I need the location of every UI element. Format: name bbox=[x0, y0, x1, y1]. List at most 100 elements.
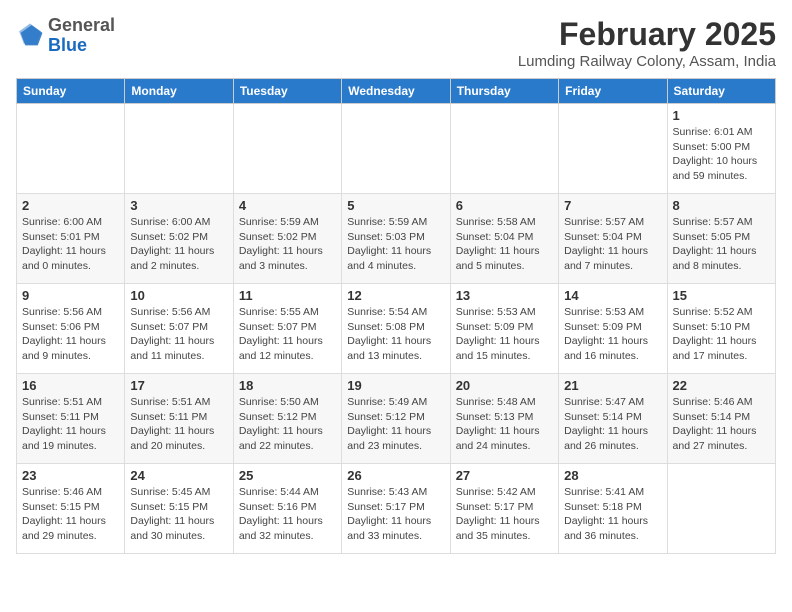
day-number: 8 bbox=[673, 198, 770, 213]
calendar-cell: 24 Sunrise: 5:45 AM Sunset: 5:15 PM Dayl… bbox=[125, 464, 233, 554]
day-info: Sunrise: 5:54 AM Sunset: 5:08 PM Dayligh… bbox=[347, 305, 444, 364]
weekday-header-wednesday: Wednesday bbox=[342, 79, 450, 104]
day-info: Sunrise: 6:01 AM Sunset: 5:00 PM Dayligh… bbox=[673, 125, 770, 184]
day-number: 2 bbox=[22, 198, 119, 213]
day-info: Sunrise: 5:45 AM Sunset: 5:15 PM Dayligh… bbox=[130, 485, 227, 544]
month-title: February 2025 bbox=[518, 16, 776, 53]
logo: General Blue bbox=[16, 16, 115, 56]
day-number: 18 bbox=[239, 378, 336, 393]
calendar-table: SundayMondayTuesdayWednesdayThursdayFrid… bbox=[16, 78, 776, 554]
page-header: General Blue February 2025 Lumding Railw… bbox=[16, 16, 776, 70]
day-info: Sunrise: 5:50 AM Sunset: 5:12 PM Dayligh… bbox=[239, 395, 336, 454]
calendar-cell: 7 Sunrise: 5:57 AM Sunset: 5:04 PM Dayli… bbox=[559, 194, 667, 284]
calendar-cell: 6 Sunrise: 5:58 AM Sunset: 5:04 PM Dayli… bbox=[450, 194, 558, 284]
day-info: Sunrise: 5:55 AM Sunset: 5:07 PM Dayligh… bbox=[239, 305, 336, 364]
weekday-header-thursday: Thursday bbox=[450, 79, 558, 104]
day-info: Sunrise: 5:57 AM Sunset: 5:04 PM Dayligh… bbox=[564, 215, 661, 274]
calendar-cell: 15 Sunrise: 5:52 AM Sunset: 5:10 PM Dayl… bbox=[667, 284, 775, 374]
logo-icon bbox=[16, 22, 44, 50]
day-info: Sunrise: 5:58 AM Sunset: 5:04 PM Dayligh… bbox=[456, 215, 553, 274]
calendar-cell: 19 Sunrise: 5:49 AM Sunset: 5:12 PM Dayl… bbox=[342, 374, 450, 464]
calendar-cell: 25 Sunrise: 5:44 AM Sunset: 5:16 PM Dayl… bbox=[233, 464, 341, 554]
day-info: Sunrise: 5:51 AM Sunset: 5:11 PM Dayligh… bbox=[130, 395, 227, 454]
logo-general-text: General bbox=[48, 15, 115, 35]
day-info: Sunrise: 5:47 AM Sunset: 5:14 PM Dayligh… bbox=[564, 395, 661, 454]
calendar-cell: 2 Sunrise: 6:00 AM Sunset: 5:01 PM Dayli… bbox=[17, 194, 125, 284]
calendar-cell: 21 Sunrise: 5:47 AM Sunset: 5:14 PM Dayl… bbox=[559, 374, 667, 464]
location-subtitle: Lumding Railway Colony, Assam, India bbox=[518, 53, 776, 70]
day-info: Sunrise: 5:48 AM Sunset: 5:13 PM Dayligh… bbox=[456, 395, 553, 454]
calendar-cell: 28 Sunrise: 5:41 AM Sunset: 5:18 PM Dayl… bbox=[559, 464, 667, 554]
day-number: 12 bbox=[347, 288, 444, 303]
day-number: 19 bbox=[347, 378, 444, 393]
day-number: 6 bbox=[456, 198, 553, 213]
day-number: 14 bbox=[564, 288, 661, 303]
day-info: Sunrise: 5:43 AM Sunset: 5:17 PM Dayligh… bbox=[347, 485, 444, 544]
day-info: Sunrise: 5:49 AM Sunset: 5:12 PM Dayligh… bbox=[347, 395, 444, 454]
day-info: Sunrise: 5:44 AM Sunset: 5:16 PM Dayligh… bbox=[239, 485, 336, 544]
weekday-header-tuesday: Tuesday bbox=[233, 79, 341, 104]
day-number: 26 bbox=[347, 468, 444, 483]
day-number: 15 bbox=[673, 288, 770, 303]
weekday-header-row: SundayMondayTuesdayWednesdayThursdayFrid… bbox=[17, 79, 776, 104]
day-info: Sunrise: 5:53 AM Sunset: 5:09 PM Dayligh… bbox=[564, 305, 661, 364]
day-number: 10 bbox=[130, 288, 227, 303]
calendar-cell: 11 Sunrise: 5:55 AM Sunset: 5:07 PM Dayl… bbox=[233, 284, 341, 374]
calendar-week-1: 1 Sunrise: 6:01 AM Sunset: 5:00 PM Dayli… bbox=[17, 104, 776, 194]
calendar-cell bbox=[17, 104, 125, 194]
day-number: 7 bbox=[564, 198, 661, 213]
day-info: Sunrise: 5:56 AM Sunset: 5:07 PM Dayligh… bbox=[130, 305, 227, 364]
weekday-header-friday: Friday bbox=[559, 79, 667, 104]
calendar-cell: 4 Sunrise: 5:59 AM Sunset: 5:02 PM Dayli… bbox=[233, 194, 341, 284]
day-number: 5 bbox=[347, 198, 444, 213]
calendar-cell bbox=[342, 104, 450, 194]
calendar-cell: 17 Sunrise: 5:51 AM Sunset: 5:11 PM Dayl… bbox=[125, 374, 233, 464]
calendar-cell: 20 Sunrise: 5:48 AM Sunset: 5:13 PM Dayl… bbox=[450, 374, 558, 464]
weekday-header-saturday: Saturday bbox=[667, 79, 775, 104]
weekday-header-sunday: Sunday bbox=[17, 79, 125, 104]
calendar-cell bbox=[233, 104, 341, 194]
day-info: Sunrise: 5:53 AM Sunset: 5:09 PM Dayligh… bbox=[456, 305, 553, 364]
day-number: 24 bbox=[130, 468, 227, 483]
calendar-week-2: 2 Sunrise: 6:00 AM Sunset: 5:01 PM Dayli… bbox=[17, 194, 776, 284]
day-info: Sunrise: 5:56 AM Sunset: 5:06 PM Dayligh… bbox=[22, 305, 119, 364]
day-number: 16 bbox=[22, 378, 119, 393]
day-number: 9 bbox=[22, 288, 119, 303]
calendar-cell bbox=[559, 104, 667, 194]
day-info: Sunrise: 5:46 AM Sunset: 5:14 PM Dayligh… bbox=[673, 395, 770, 454]
day-info: Sunrise: 5:46 AM Sunset: 5:15 PM Dayligh… bbox=[22, 485, 119, 544]
calendar-cell: 16 Sunrise: 5:51 AM Sunset: 5:11 PM Dayl… bbox=[17, 374, 125, 464]
day-number: 3 bbox=[130, 198, 227, 213]
calendar-cell bbox=[667, 464, 775, 554]
calendar-cell: 14 Sunrise: 5:53 AM Sunset: 5:09 PM Dayl… bbox=[559, 284, 667, 374]
day-info: Sunrise: 5:51 AM Sunset: 5:11 PM Dayligh… bbox=[22, 395, 119, 454]
day-info: Sunrise: 6:00 AM Sunset: 5:02 PM Dayligh… bbox=[130, 215, 227, 274]
calendar-week-3: 9 Sunrise: 5:56 AM Sunset: 5:06 PM Dayli… bbox=[17, 284, 776, 374]
calendar-cell: 22 Sunrise: 5:46 AM Sunset: 5:14 PM Dayl… bbox=[667, 374, 775, 464]
day-number: 21 bbox=[564, 378, 661, 393]
calendar-cell: 13 Sunrise: 5:53 AM Sunset: 5:09 PM Dayl… bbox=[450, 284, 558, 374]
day-info: Sunrise: 5:42 AM Sunset: 5:17 PM Dayligh… bbox=[456, 485, 553, 544]
day-number: 4 bbox=[239, 198, 336, 213]
calendar-cell: 10 Sunrise: 5:56 AM Sunset: 5:07 PM Dayl… bbox=[125, 284, 233, 374]
day-info: Sunrise: 5:41 AM Sunset: 5:18 PM Dayligh… bbox=[564, 485, 661, 544]
day-info: Sunrise: 5:57 AM Sunset: 5:05 PM Dayligh… bbox=[673, 215, 770, 274]
day-info: Sunrise: 5:52 AM Sunset: 5:10 PM Dayligh… bbox=[673, 305, 770, 364]
calendar-cell: 26 Sunrise: 5:43 AM Sunset: 5:17 PM Dayl… bbox=[342, 464, 450, 554]
title-block: February 2025 Lumding Railway Colony, As… bbox=[518, 16, 776, 70]
calendar-cell: 9 Sunrise: 5:56 AM Sunset: 5:06 PM Dayli… bbox=[17, 284, 125, 374]
calendar-cell bbox=[125, 104, 233, 194]
day-number: 28 bbox=[564, 468, 661, 483]
calendar-cell: 18 Sunrise: 5:50 AM Sunset: 5:12 PM Dayl… bbox=[233, 374, 341, 464]
day-info: Sunrise: 5:59 AM Sunset: 5:03 PM Dayligh… bbox=[347, 215, 444, 274]
calendar-cell: 12 Sunrise: 5:54 AM Sunset: 5:08 PM Dayl… bbox=[342, 284, 450, 374]
calendar-cell: 23 Sunrise: 5:46 AM Sunset: 5:15 PM Dayl… bbox=[17, 464, 125, 554]
day-number: 22 bbox=[673, 378, 770, 393]
day-number: 13 bbox=[456, 288, 553, 303]
day-number: 20 bbox=[456, 378, 553, 393]
calendar-cell: 1 Sunrise: 6:01 AM Sunset: 5:00 PM Dayli… bbox=[667, 104, 775, 194]
day-number: 17 bbox=[130, 378, 227, 393]
day-info: Sunrise: 5:59 AM Sunset: 5:02 PM Dayligh… bbox=[239, 215, 336, 274]
day-number: 11 bbox=[239, 288, 336, 303]
day-number: 25 bbox=[239, 468, 336, 483]
